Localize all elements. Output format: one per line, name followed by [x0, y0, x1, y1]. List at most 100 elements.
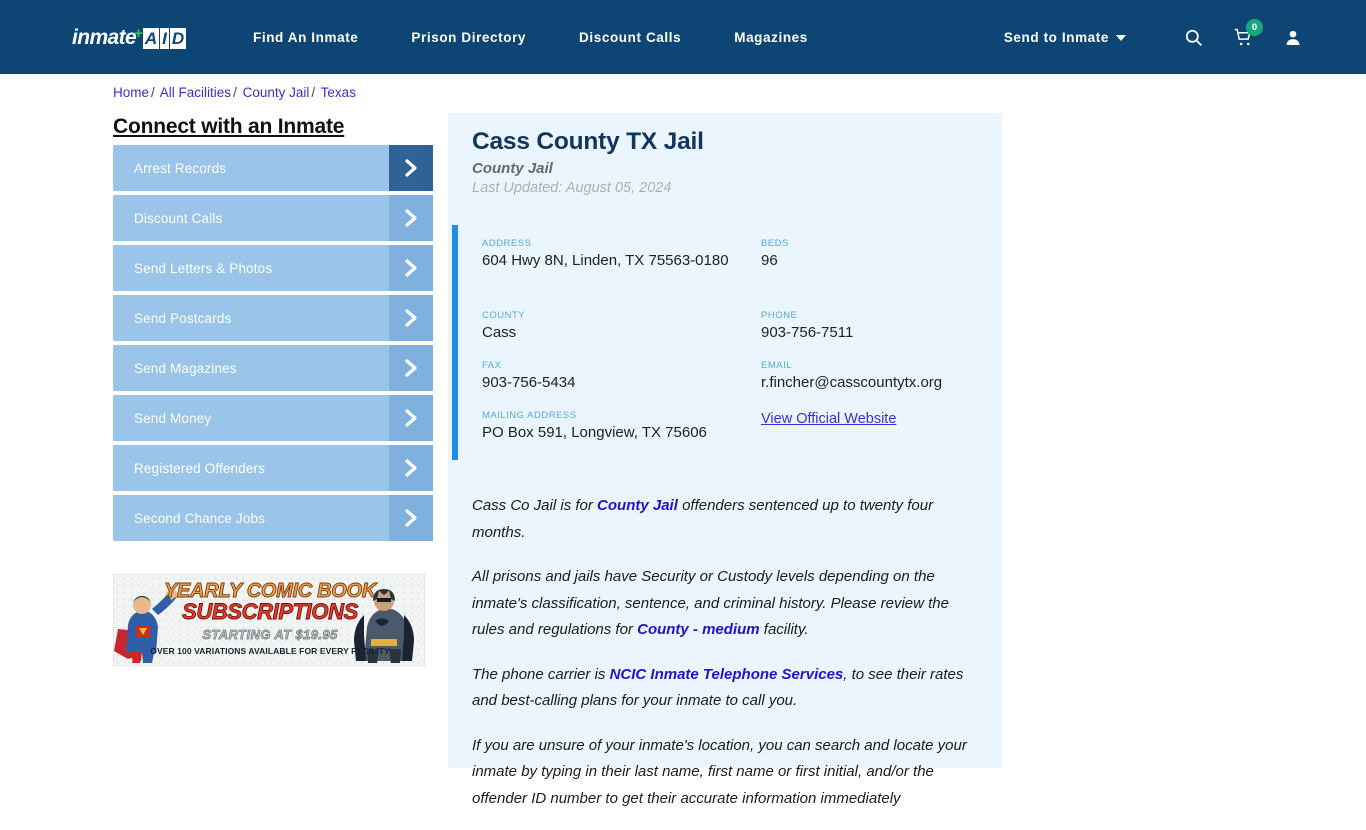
field-beds: BEDS 96	[761, 238, 1011, 293]
field-label: COUNTY	[482, 310, 526, 321]
send-to-inmate-label: Send to Inmate	[1003, 29, 1109, 45]
sidebar-item-label: Arrest Records	[134, 160, 227, 176]
sidebar-item-label: Discount Calls	[134, 210, 223, 226]
sidebar-menu: Arrest Records Discount Calls Send Lette…	[113, 145, 433, 545]
field-value: Cass	[482, 324, 517, 341]
breadcrumb-item-texas[interactable]: Texas	[321, 85, 356, 100]
sidebar-item-label: Send Money	[134, 410, 212, 426]
view-official-website-link[interactable]: View Official Website	[761, 411, 896, 427]
chevron-right-icon	[389, 445, 433, 491]
field-mailing-address: MAILING ADDRESS PO Box 591, Longview, TX…	[482, 410, 757, 443]
chevron-right-icon	[389, 345, 433, 391]
chevron-right-icon	[389, 245, 433, 291]
field-value: PO Box 591, Longview, TX 75606	[482, 424, 707, 441]
sidebar-item-label: Registered Offenders	[134, 460, 266, 476]
sidebar-title: Connect with an Inmate	[113, 115, 345, 138]
sidebar-item-send-magazines[interactable]: Send Magazines	[113, 345, 433, 391]
logo-letter-d: D	[169, 27, 187, 49]
sidebar-item-label: Send Letters & Photos	[134, 260, 273, 276]
field-email: EMAIL r.fincher@casscountytx.org	[761, 360, 1011, 393]
primary-nav: Find An Inmate Prison Directory Discount…	[253, 0, 861, 74]
description-paragraph-1: Cass Co Jail is for County Jail offender…	[472, 493, 984, 546]
nav-item-find-an-inmate[interactable]: Find An Inmate	[253, 30, 358, 45]
field-label: MAILING ADDRESS	[482, 410, 577, 421]
nav-item-send-to-inmate[interactable]: Send to Inmate	[1004, 30, 1126, 45]
search-button[interactable]	[1184, 28, 1203, 47]
advertisement-banner[interactable]: YEARLY COMIC BOOK SUBSCRIPTIONS STARTING…	[113, 574, 425, 666]
cart-count-badge: 0	[1246, 18, 1263, 36]
p1-link-county-jail[interactable]: County Jail	[597, 497, 678, 514]
logo-letter-a: A	[142, 27, 160, 49]
p2-text-c: facility.	[759, 621, 809, 638]
ad-subtext-line: OVER 100 VARIATIONS AVAILABLE FOR EVERY …	[150, 646, 390, 656]
chevron-right-icon	[389, 145, 433, 191]
field-value: r.fincher@casscountytx.org	[761, 374, 943, 391]
nav-item-prison-directory[interactable]: Prison Directory	[411, 30, 526, 45]
nav-item-magazines[interactable]: Magazines	[734, 30, 808, 45]
p1-text-a: Cass Co Jail is for	[472, 497, 598, 514]
p3-text-a: The phone carrier is	[472, 665, 610, 683]
sidebar-item-send-money[interactable]: Send Money	[113, 395, 433, 441]
field-value: 903-756-5434	[482, 374, 576, 391]
field-value: 903-756-7511	[761, 324, 854, 341]
top-navigation-bar: inmate + A I D Find An Inmate Prison Dir…	[0, 0, 1366, 74]
page-title: Cass County TX Jail	[472, 128, 704, 155]
nav-item-discount-calls[interactable]: Discount Calls	[579, 30, 681, 45]
breadcrumb-separator: /	[151, 85, 155, 100]
facility-info-column-left: ADDRESS 604 Hwy 8N, Linden, TX 75563-018…	[482, 238, 757, 460]
chevron-right-icon	[389, 195, 433, 241]
site-logo[interactable]: inmate + A I D	[72, 25, 187, 51]
field-value: 96	[761, 252, 778, 269]
breadcrumb-item-county-jail[interactable]: County Jail	[243, 85, 310, 100]
sidebar-item-discount-calls[interactable]: Discount Calls	[113, 195, 433, 241]
facility-type: County Jail	[472, 160, 553, 177]
field-fax: FAX 903-756-5434	[482, 360, 757, 393]
chevron-right-icon	[389, 295, 433, 341]
field-county: COUNTY Cass	[482, 310, 757, 343]
facility-info-block: ADDRESS 604 Hwy 8N, Linden, TX 75563-018…	[452, 225, 998, 460]
breadcrumb-item-home[interactable]: Home	[113, 85, 149, 100]
breadcrumb-item-all-facilities[interactable]: All Facilities	[160, 85, 231, 100]
logo-plus-icon: +	[134, 25, 143, 42]
sidebar-item-arrest-records[interactable]: Arrest Records	[113, 145, 433, 191]
user-icon	[1286, 30, 1300, 45]
account-button[interactable]	[1284, 28, 1302, 47]
logo-aid-blocks: A I D	[142, 27, 187, 49]
field-official-website: View Official Website	[761, 410, 1011, 428]
field-address: ADDRESS 604 Hwy 8N, Linden, TX 75563-018…	[482, 238, 757, 293]
p2-link-county-medium[interactable]: County - medium	[637, 621, 760, 638]
sidebar-item-send-postcards[interactable]: Send Postcards	[113, 295, 433, 341]
sidebar-item-send-letters-photos[interactable]: Send Letters & Photos	[113, 245, 433, 291]
sidebar-item-label: Send Postcards	[134, 310, 232, 326]
breadcrumb-separator: /	[311, 85, 316, 100]
field-phone: PHONE 903-756-7511	[761, 310, 1011, 343]
sidebar-item-label: Second Chance Jobs	[134, 510, 266, 526]
field-label: FAX	[482, 360, 502, 371]
last-updated-text: Last Updated: August 05, 2024	[472, 180, 672, 196]
chevron-down-icon	[1116, 35, 1126, 41]
breadcrumb-separator: /	[233, 85, 237, 100]
facility-detail-panel: Cass County TX Jail County Jail Last Upd…	[448, 113, 1002, 807]
facility-description: Cass Co Jail is for County Jail offender…	[472, 493, 984, 830]
ad-price-line: STARTING AT $19.95	[202, 627, 338, 643]
field-label: PHONE	[761, 310, 798, 321]
breadcrumb: Home / All Facilities / County Jail / Texas	[113, 85, 356, 100]
sidebar-item-registered-offenders[interactable]: Registered Offenders	[113, 445, 433, 491]
description-paragraph-4: If you are unsure of your inmate's locat…	[472, 736, 967, 807]
cart-button[interactable]: 0	[1233, 18, 1263, 47]
search-icon	[1185, 29, 1203, 46]
p3-link-ncic[interactable]: NCIC Inmate Telephone Services	[610, 666, 844, 683]
facility-info-column-right: BEDS 96 PHONE 903-756-7511 EMAIL r.finch…	[761, 238, 1011, 445]
field-label: ADDRESS	[482, 238, 532, 249]
field-value: 604 Hwy 8N, Linden, TX 75563-0180	[482, 252, 729, 269]
sidebar-item-label: Send Magazines	[134, 360, 237, 376]
description-paragraph-3: The phone carrier is NCIC Inmate Telepho…	[472, 662, 984, 715]
sidebar-item-second-chance-jobs[interactable]: Second Chance Jobs	[113, 495, 433, 541]
description-paragraph-2: All prisons and jails have Security or C…	[472, 564, 984, 644]
field-label: BEDS	[761, 238, 789, 249]
logo-letter-i: I	[160, 27, 169, 49]
chevron-right-icon	[389, 495, 433, 541]
logo-wordmark: inmate	[72, 26, 137, 49]
field-label: EMAIL	[761, 360, 793, 371]
ad-headline-line2: SUBSCRIPTIONS	[182, 599, 359, 625]
